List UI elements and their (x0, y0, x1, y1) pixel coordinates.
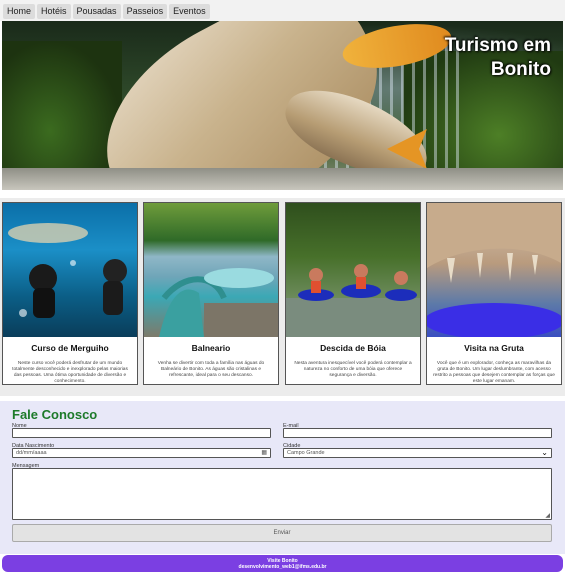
card-boia[interactable]: Descida de Bóia Nesta aventura inesquecí… (285, 202, 421, 385)
card-gruta-image (427, 203, 561, 337)
card-diving-title: Curso de Merguiho (31, 343, 109, 353)
nav-item-eventos[interactable]: Eventos (169, 4, 210, 19)
message-textarea[interactable]: ◢ (12, 468, 552, 520)
submit-button[interactable]: Enviar (12, 524, 552, 542)
birth-date-field[interactable]: dd/mm/aaaa ▦ (12, 448, 271, 458)
contact-heading: Fale Conosco (12, 407, 98, 422)
city-select-value: Campo Grande (287, 450, 325, 456)
card-diving-description: Neste curso você poderá desfrutar de um … (12, 361, 128, 384)
card-gruta[interactable]: Visita na Gruta Você que é um explorador… (426, 202, 562, 385)
card-diving[interactable]: Curso de Merguiho Neste curso você poder… (2, 202, 138, 385)
hero-base (2, 168, 563, 190)
top-nav: Home Hotéis Pousadas Passeios Eventos (0, 0, 565, 21)
footer-email: desenvolvimento_web1@ifms.edu.br (238, 564, 327, 570)
card-balneario-description: Venha se divertir com toda a família nas… (157, 361, 265, 378)
calendar-icon[interactable]: ▦ (261, 449, 267, 456)
hero-title-line2: Bonito (490, 59, 551, 80)
card-boia-title: Descida de Bóia (320, 343, 386, 353)
footer: Visite Bonito desenvolvimento_web1@ifms.… (2, 555, 563, 572)
card-gruta-title: Visita na Gruta (464, 343, 524, 353)
card-balneario[interactable]: Balneario Venha se divertir com toda a f… (143, 202, 279, 385)
chevron-down-icon: ⌄ (541, 448, 548, 457)
footer-title: Visite Bonito (267, 558, 298, 564)
nav-item-home[interactable]: Home (3, 4, 36, 19)
resize-handle-icon[interactable]: ◢ (545, 512, 550, 519)
diving-illustration (8, 223, 127, 318)
pool-illustration (159, 268, 278, 337)
name-field[interactable] (12, 428, 271, 438)
email-field[interactable] (283, 428, 552, 438)
birth-date-placeholder: dd/mm/aaaa (16, 450, 47, 456)
float-illustration (286, 264, 420, 337)
nav-item-pousadas[interactable]: Pousadas (72, 4, 121, 19)
nav-item-hoteis[interactable]: Hotéis (37, 4, 71, 19)
city-select[interactable]: Campo Grande ⌄ (283, 448, 552, 458)
card-boia-image (286, 203, 420, 337)
card-balneario-image (144, 203, 278, 337)
tour-cards: Curso de Merguiho Neste curso você poder… (0, 198, 565, 396)
card-diving-image (3, 203, 137, 337)
hero-title: Turismo em Bonito (371, 34, 551, 82)
hero-banner: Turismo em Bonito (2, 21, 563, 190)
hero-title-line1: Turismo em (444, 35, 551, 56)
card-balneario-title: Balneario (191, 343, 231, 353)
card-boia-description: Nesta aventura inesquecível você poderá … (294, 361, 412, 378)
nav-item-passeios[interactable]: Passeios (122, 4, 168, 19)
card-gruta-description: Você que é um explorador, conheça as mar… (433, 361, 555, 384)
cave-illustration (427, 203, 561, 337)
